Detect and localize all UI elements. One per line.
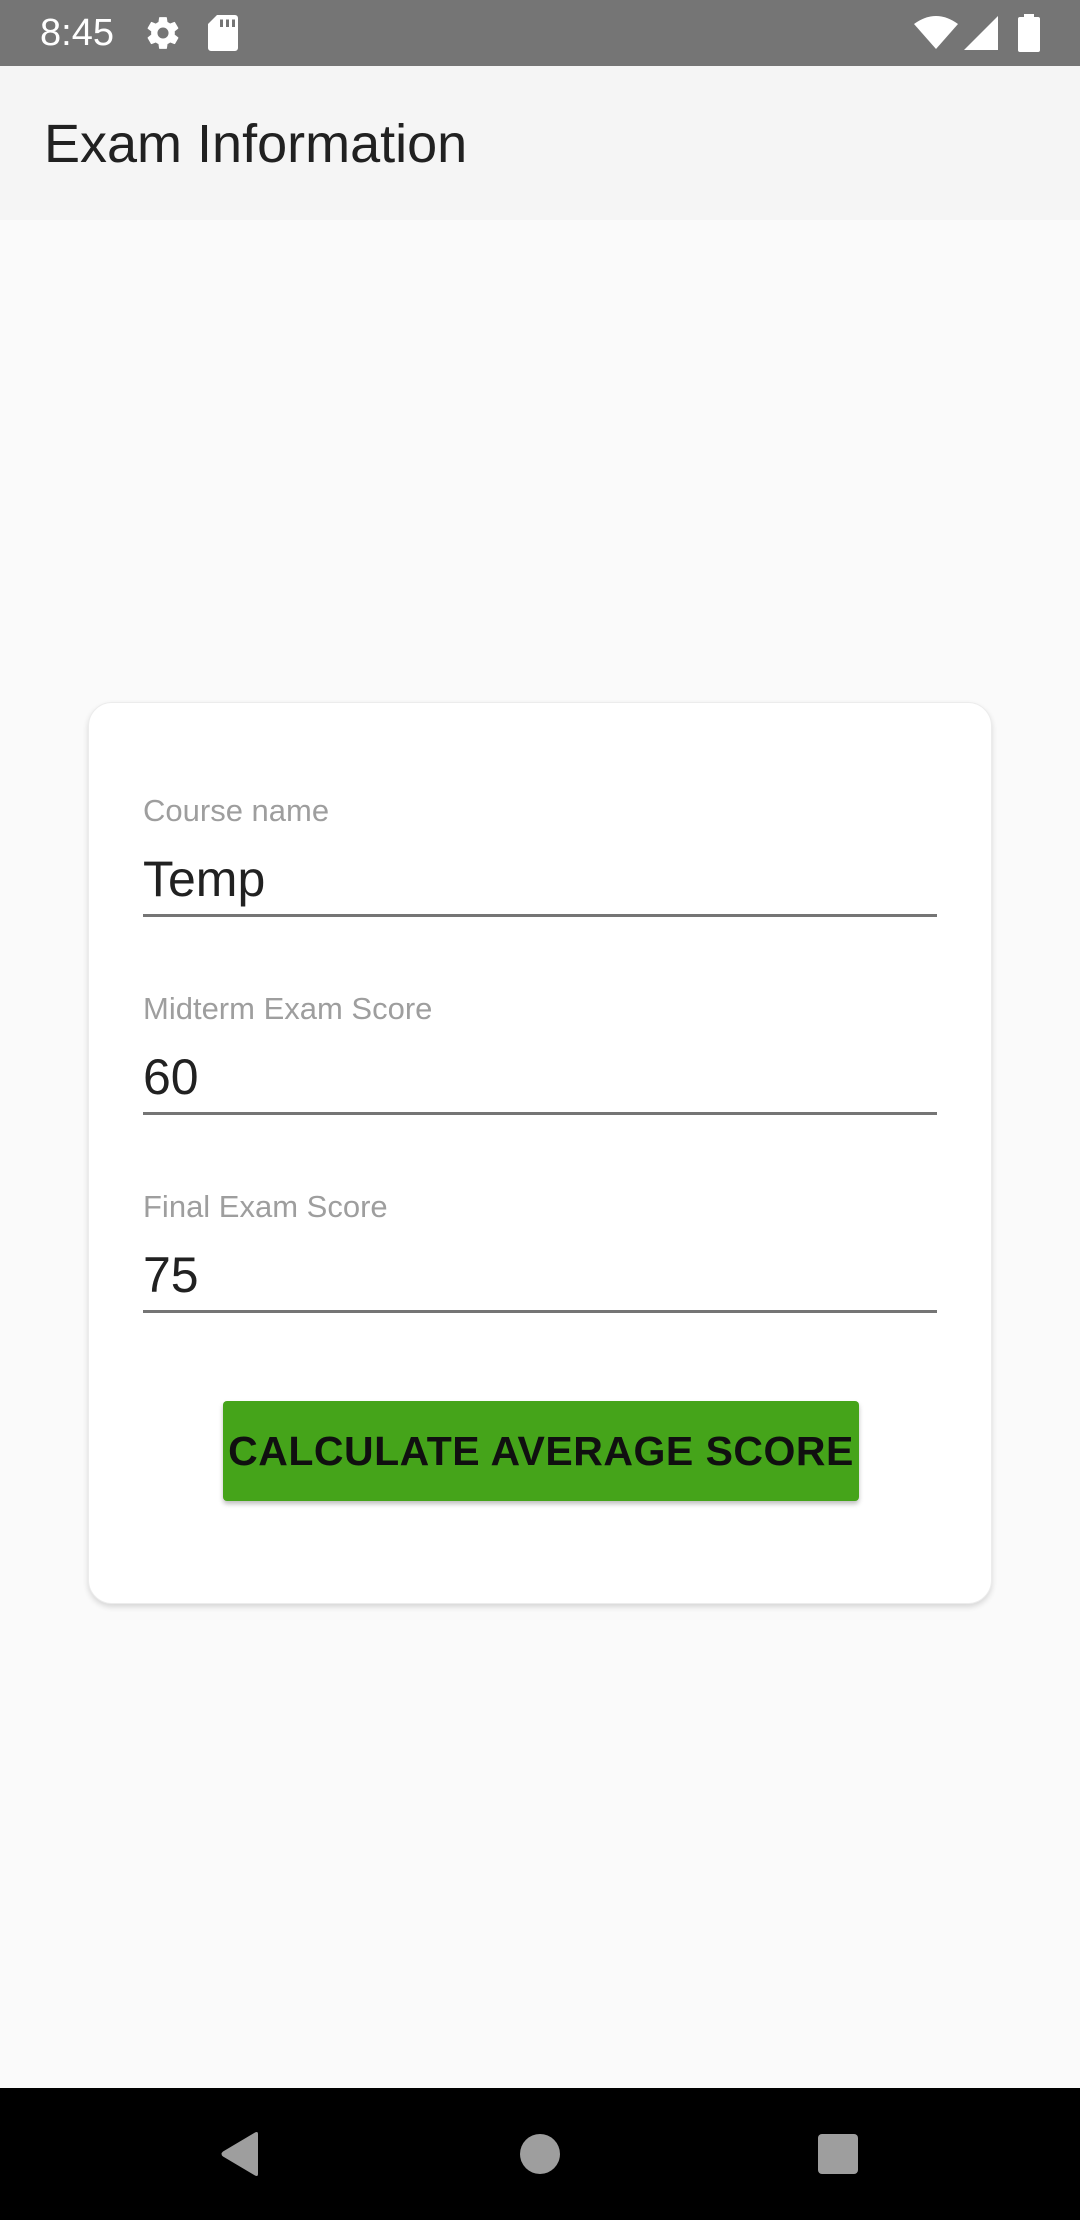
home-icon: [520, 2134, 560, 2174]
battery-icon: [1018, 14, 1040, 57]
midterm-score-label: Midterm Exam Score: [143, 991, 433, 1026]
status-time: 8:45: [40, 12, 114, 54]
recents-icon: [818, 2134, 858, 2174]
course-name-field: Course name: [143, 793, 937, 933]
course-name-label: Course name: [143, 793, 330, 828]
sd-card-icon: [208, 15, 238, 56]
course-name-input[interactable]: [143, 843, 937, 917]
app-bar: Exam Information: [0, 66, 1080, 220]
final-score-label: Final Exam Score: [143, 1189, 388, 1224]
calculate-average-button[interactable]: CALCULATE AVERAGE SCORE: [223, 1401, 859, 1501]
exam-info-card: Course name Midterm Exam Score Final Exa…: [88, 702, 992, 1604]
final-score-field: Final Exam Score: [143, 1189, 937, 1329]
back-button[interactable]: [190, 2108, 290, 2200]
status-bar: 8:45: [0, 0, 1080, 66]
back-icon: [221, 2132, 258, 2176]
midterm-score-field: Midterm Exam Score: [143, 991, 937, 1131]
home-button[interactable]: [490, 2108, 590, 2200]
signal-icon: [964, 16, 998, 55]
midterm-score-input[interactable]: [143, 1041, 937, 1115]
navigation-bar: [0, 2088, 1080, 2220]
final-score-input[interactable]: [143, 1239, 937, 1313]
page-title: Exam Information: [44, 114, 468, 174]
gear-icon: [144, 14, 182, 57]
recents-button[interactable]: [788, 2108, 888, 2200]
wifi-icon: [914, 16, 958, 55]
